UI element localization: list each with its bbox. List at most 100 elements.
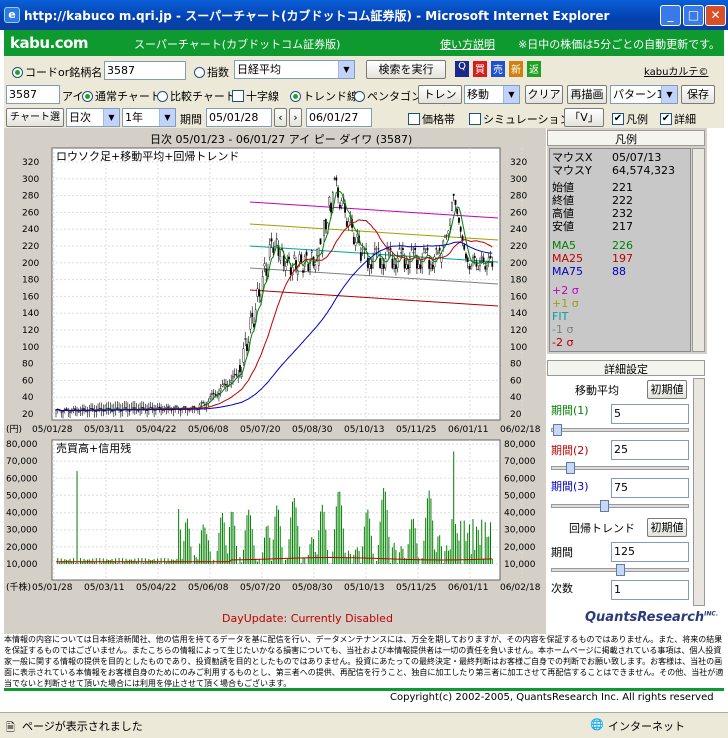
candle-body <box>482 257 485 263</box>
move-select[interactable]: 移動 ▼ <box>464 85 520 104</box>
ie-icon: e <box>4 7 20 23</box>
y-tick-left: 80 <box>22 360 34 370</box>
pattern-select[interactable]: パターン1 ▼ <box>610 85 678 104</box>
candle-body <box>128 410 131 412</box>
code-input[interactable]: 3587 <box>104 61 186 80</box>
close-button[interactable]: ✕ <box>705 5 726 26</box>
help-link[interactable]: 使い方説明 <box>440 36 495 52</box>
period2-slider[interactable] <box>551 462 689 474</box>
period3-slider[interactable] <box>551 500 689 512</box>
candle-body <box>370 264 373 269</box>
to-date-input[interactable]: 06/01/27 <box>306 108 372 127</box>
close-value: 222 <box>612 194 633 207</box>
update-note: ※日中の株価は5分ごとの自動更新です。 <box>518 38 721 51</box>
buy-icon[interactable]: 買 <box>473 61 487 77</box>
candle-body <box>463 244 466 250</box>
x-tick: 05/06/08 <box>188 425 229 435</box>
candle-body <box>251 312 254 318</box>
sigma-minus1-label: -1 σ <box>552 323 574 336</box>
sell-icon[interactable]: 売 <box>491 61 505 77</box>
candle-body <box>373 248 376 250</box>
save-button[interactable]: 保存 <box>681 85 715 104</box>
period1-input[interactable]: 5 <box>611 404 689 424</box>
y-tick-left: 180 <box>22 276 39 286</box>
vol-y-tick-right: 30,000 <box>504 526 536 536</box>
next-arrow[interactable]: › <box>289 108 302 127</box>
y-tick-left: 320 <box>22 158 39 168</box>
cross-checkbox[interactable]: 十字線 <box>232 88 279 104</box>
legend-checkbox[interactable]: ✔ 凡例 <box>612 111 648 127</box>
candle-body <box>149 406 152 408</box>
compare-chart-radio[interactable]: 比較チャート <box>157 88 236 104</box>
candle-body <box>86 411 89 413</box>
redraw-button[interactable]: 再描画 <box>567 85 607 104</box>
ma75-value: 88 <box>612 265 626 278</box>
from-date-input[interactable]: 05/01/28 <box>206 108 272 127</box>
pentagon-radio[interactable]: ペンタゴン <box>354 88 422 104</box>
index-radio[interactable]: 指数 <box>194 64 229 80</box>
period-type-select[interactable]: 日次 ▼ <box>66 108 120 127</box>
detail-scrollbar[interactable] <box>693 378 705 606</box>
candle-body <box>272 248 275 253</box>
y-tick-right: 280 <box>510 192 527 202</box>
candle-body <box>102 410 105 412</box>
chart-title: 日次 05/01/23 - 06/01/27 アイ ピー ダイワ (3587) <box>150 133 413 146</box>
new-icon[interactable]: 新 <box>509 61 523 77</box>
candle-body <box>90 408 92 410</box>
trend-period-slider[interactable] <box>551 564 689 576</box>
volume-chart[interactable]: 80,000 70,000 60,000 50,000 40,000 30,000 20,0… <box>4 438 546 594</box>
y-tick-right: 120 <box>510 326 527 336</box>
simulation-checkbox[interactable]: シミュレーション <box>469 111 571 127</box>
detail-checkbox[interactable]: ✔ 詳細 <box>660 111 696 127</box>
index-select[interactable]: 日経平均 ▼ <box>234 60 355 79</box>
y-tick-right: 260 <box>510 208 527 218</box>
normal-chart-radio[interactable]: 通常チャート <box>82 88 161 104</box>
candle-body <box>212 392 215 394</box>
legend-scrollbar[interactable] <box>692 148 705 352</box>
v-button[interactable]: 「V」 <box>564 108 604 127</box>
y-tick-right: 300 <box>510 175 527 185</box>
code-box[interactable]: 3587 <box>6 85 60 104</box>
trend-init-button[interactable]: 初期値 <box>647 518 687 537</box>
low-value: 217 <box>612 220 633 233</box>
trend-radio[interactable]: トレンド線 <box>290 88 358 104</box>
return-icon[interactable]: 返 <box>527 61 541 77</box>
quote-icon[interactable]: Q <box>455 61 469 77</box>
karte-link[interactable]: kabuカルテ© <box>644 63 708 78</box>
range-select[interactable]: 1年 ▼ <box>122 108 176 127</box>
candle-body <box>296 270 299 275</box>
vol-y-tick-right: 80,000 <box>504 440 536 450</box>
vol-y-tick-left: 10,000 <box>6 560 38 570</box>
y-tick-left: 160 <box>22 292 39 302</box>
candle-body <box>401 248 404 250</box>
period1-slider[interactable] <box>551 424 689 436</box>
legend-title: 凡例 <box>547 130 705 146</box>
period2-input[interactable]: 25 <box>611 440 689 460</box>
dim-input[interactable]: 1 <box>611 580 689 600</box>
trend-color-button[interactable]: トレンド色 <box>418 85 462 118</box>
y-tick-left: 120 <box>22 326 39 336</box>
trend-period-input[interactable]: 125 <box>611 542 689 562</box>
code-radio[interactable]: コードor銘柄名 <box>12 64 102 80</box>
x-tick: 06/01/11 <box>448 425 488 435</box>
price-chart[interactable]: 320 300 280 260 240 220 200 180 160 140 120 100 80 60… <box>4 146 546 436</box>
vol-x-tick: 05/01/28 <box>32 583 73 593</box>
window-title: http://kabuco m.qri.jp - スーパーチャート(カブドットコ… <box>24 8 610 23</box>
ma-init-button[interactable]: 初期値 <box>647 380 687 399</box>
volume-x-prefix: (千株) <box>6 581 31 593</box>
maximize-button[interactable]: □ <box>683 5 704 26</box>
candle-body <box>256 288 259 297</box>
toolbar-1: 3587 アイ 通常チャート 比較チャート 十字線 トレンド線 ペンタゴン トレ… <box>4 84 724 118</box>
candle-body <box>451 201 453 211</box>
clear-button[interactable]: クリア <box>525 85 563 104</box>
candle-body <box>293 254 296 259</box>
candle-body <box>477 268 480 270</box>
candle-body <box>354 242 357 246</box>
price-band-checkbox[interactable]: 価格帯 <box>408 111 455 127</box>
chart-select-button[interactable]: チャート選択 <box>6 108 64 140</box>
vol-x-tick: 05/11/25 <box>396 583 436 593</box>
prev-arrow[interactable]: ‹ <box>274 108 287 127</box>
search-button[interactable]: 検索を実行 <box>366 60 446 79</box>
period3-input[interactable]: 75 <box>611 478 689 498</box>
minimize-button[interactable]: _ <box>660 5 681 26</box>
